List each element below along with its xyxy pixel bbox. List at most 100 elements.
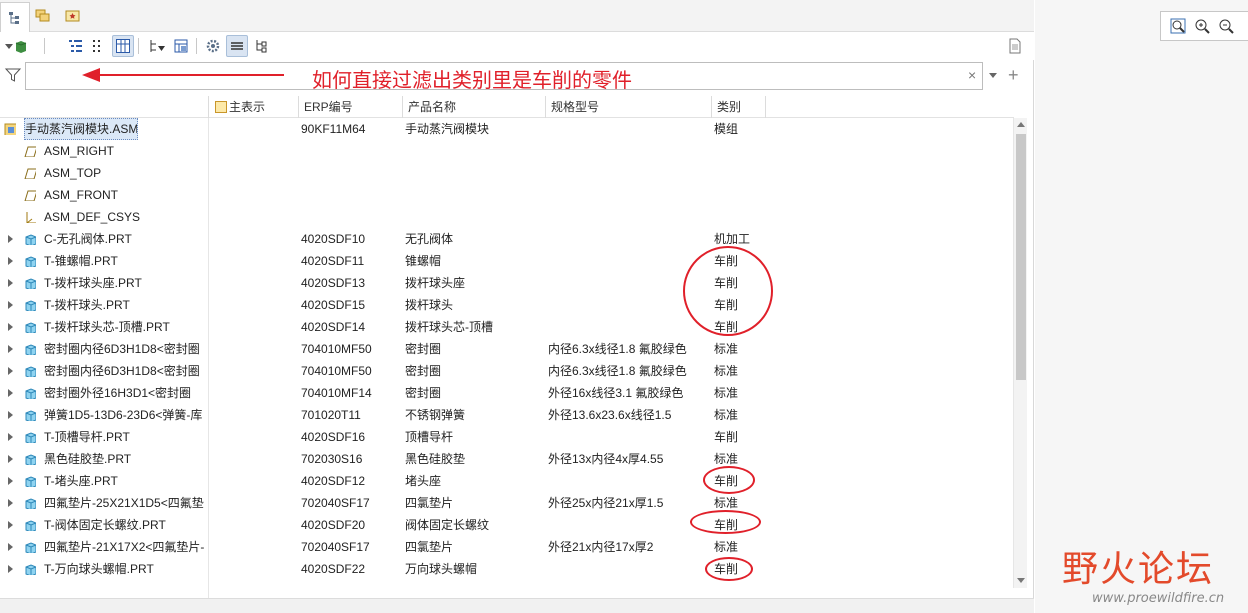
refit-button[interactable] [1167, 15, 1189, 37]
tree-filters-button[interactable] [64, 35, 86, 57]
expand-chevron-icon[interactable] [8, 235, 13, 243]
column-header-spec[interactable]: 规格型号 [545, 96, 711, 118]
part-icon [25, 520, 36, 531]
cell-cat: 标准 [714, 364, 739, 378]
main-display-icon [215, 101, 227, 113]
table-row[interactable]: T-拨杆球头芯-顶槽.PRT 4020SDF14 拨杆球头芯-顶槽 车削 [0, 316, 1012, 338]
cell-spec [548, 206, 708, 228]
table-row[interactable]: T-拨杆球头座.PRT 4020SDF13 拨杆球头座 车削 [0, 272, 1012, 294]
table-row[interactable]: 密封圈外径16H3D1<密封圈 704010MF14 密封圈 外径16x线径3.1 氟… [0, 382, 1012, 404]
expand-chevron-icon[interactable] [8, 521, 13, 529]
expand-chevron-icon[interactable] [8, 499, 13, 507]
horizontal-scrollbar[interactable] [0, 598, 1034, 613]
table-row[interactable]: T-顶槽导杆.PRT 4020SDF16 顶槽导杆 车削 [0, 426, 1012, 448]
cell-name: 锥螺帽 [405, 254, 442, 268]
expand-chevron-icon[interactable] [8, 477, 13, 485]
cell-spec: 外径13.6x23.6x线径1.5 [548, 408, 672, 422]
tree-item-label: ASM_RIGHT [44, 144, 115, 158]
table-row[interactable]: 黑色硅胶垫.PRT 702030S16 黑色硅胶垫 外径13x内径4x厚4.55 标准 [0, 448, 1012, 470]
table-row[interactable]: 四氟垫片-25X21X1D5<四氟垫 702040SF17 四氯垫片 外径25x内径2… [0, 492, 1012, 514]
table-row[interactable]: T-堵头座.PRT 4020SDF12 堵头座 车削 [0, 470, 1012, 492]
layers-view-button[interactable] [226, 35, 248, 57]
table-row[interactable]: 四氟垫片-21X17X2<四氟垫片- 702040SF17 四氯垫片 外径21x内径1… [0, 536, 1012, 558]
columns-button[interactable] [112, 35, 134, 57]
expand-chevron-icon[interactable] [8, 323, 13, 331]
stack-icon [231, 42, 243, 50]
table-row[interactable]: T-锥螺帽.PRT 4020SDF11 锥螺帽 车削 [0, 250, 1012, 272]
zoom-out-button[interactable] [1215, 15, 1237, 37]
datum-plane-icon [24, 168, 36, 179]
cell-spec [548, 316, 708, 338]
expand-chevron-icon[interactable] [8, 257, 13, 265]
funnel-icon[interactable] [4, 66, 22, 84]
tree-item-label: T-顶槽导杆.PRT [44, 430, 130, 444]
toolbar-separator [44, 38, 45, 54]
expand-chevron-icon[interactable] [8, 389, 13, 397]
table-row[interactable]: T-万向球头螺帽.PRT 4020SDF22 万向球头螺帽 车削 [0, 558, 1012, 580]
tree-item-label: 弹簧1D5-13D6-23D6<弹簧-库 [44, 408, 203, 422]
toolbar-separator [196, 38, 197, 54]
settings-table-button[interactable] [170, 35, 192, 57]
cell-name: 不锈钢弹簧 [405, 408, 466, 422]
cell-name: 四氯垫片 [405, 496, 454, 510]
table-row[interactable]: 密封圈内径6D3H1D8<密封圈 704010MF50 密封圈 内径6.3x线径1.8… [0, 338, 1012, 360]
table-row[interactable]: 弹簧1D5-13D6-23D6<弹簧-库 701020T11 不锈钢弹簧 外径13.6… [0, 404, 1012, 426]
zoom-in-icon [1195, 19, 1210, 34]
cell-name: 万向球头螺帽 [405, 562, 478, 576]
expand-chevron-icon[interactable] [8, 411, 13, 419]
expand-chevron-icon[interactable] [8, 565, 13, 573]
tab-favorites[interactable] [58, 2, 88, 30]
table-row[interactable]: T-阀体固定长螺纹.PRT 4020SDF20 阀体固定长螺纹 车削 [0, 514, 1012, 536]
expand-chevron-icon[interactable] [8, 433, 13, 441]
cell-spec: 内径6.3x线径1.8 氟胶绿色 [548, 342, 687, 356]
table-row[interactable]: T-拨杆球头.PRT 4020SDF15 拨杆球头 车削 [0, 294, 1012, 316]
tree-item-label: 手动蒸汽阀模块.ASM [24, 118, 138, 140]
expand-chevron-icon[interactable] [8, 543, 13, 551]
column-header-label: 产品名称 [408, 100, 457, 114]
expand-chevron-icon[interactable] [8, 367, 13, 375]
cell-name [405, 140, 545, 162]
tab-model-tree[interactable] [0, 2, 30, 32]
clear-filter-icon[interactable]: × [968, 67, 976, 83]
scrollbar-thumb[interactable] [1016, 134, 1026, 380]
column-header-name[interactable]: 产品名称 [402, 96, 545, 118]
scroll-down-icon[interactable] [1017, 578, 1025, 583]
add-filter-icon[interactable]: + [1008, 65, 1019, 86]
table-row[interactable]: ASM_FRONT [0, 184, 1012, 206]
show-tree-button[interactable] [86, 35, 108, 57]
cell-erp: 4020SDF20 [301, 518, 366, 532]
tree-filter-dropdown-button[interactable] [146, 35, 168, 57]
expand-chevron-icon[interactable] [8, 301, 13, 309]
table-row[interactable]: ASM_DEF_CSYS [0, 206, 1012, 228]
settings-button[interactable] [202, 35, 224, 57]
filter-options-chevron-down-icon[interactable] [989, 73, 997, 78]
tree-rows: 手动蒸汽阀模块.ASM 90KF11M64 手动蒸汽阀模块 模组 ASM_RIGHT AS… [0, 118, 1012, 598]
expand-chevron-icon[interactable] [8, 345, 13, 353]
column-header-category[interactable]: 类别 [711, 96, 766, 118]
table-row[interactable]: ASM_TOP [0, 162, 1012, 184]
expand-chevron-icon[interactable] [8, 455, 13, 463]
zoom-in-button[interactable] [1191, 15, 1213, 37]
tab-layers[interactable] [28, 2, 58, 30]
table-row[interactable]: 密封圈内径6D3H1D8<密封圈 704010MF50 密封圈 内径6.3x线径1.8… [0, 360, 1012, 382]
tree-item-label: T-拨杆球头座.PRT [44, 276, 142, 290]
expand-chevron-icon[interactable] [8, 279, 13, 287]
cell-cat [714, 162, 766, 184]
cell-spec: 内径6.3x线径1.8 氟胶绿色 [548, 364, 687, 378]
show-menu-button[interactable] [2, 35, 32, 57]
vertical-scrollbar[interactable] [1013, 118, 1027, 588]
tree-item-label: T-堵头座.PRT [44, 474, 118, 488]
table-row[interactable]: C-无孔阀体.PRT 4020SDF10 无孔阀体 机加工 [0, 228, 1012, 250]
toolbar-separator [138, 38, 139, 54]
scroll-up-icon[interactable] [1017, 122, 1025, 127]
tree-item-label: T-万向球头螺帽.PRT [44, 562, 154, 576]
coordinate-system-icon [26, 212, 36, 223]
cell-erp: 4020SDF16 [301, 430, 366, 444]
column-header-main-display[interactable]: 主表示 [208, 96, 296, 118]
table-row[interactable]: ASM_RIGHT [0, 140, 1012, 162]
hierarchy-button[interactable] [250, 35, 272, 57]
notes-button[interactable] [1004, 35, 1026, 57]
table-row[interactable]: 手动蒸汽阀模块.ASM 90KF11M64 手动蒸汽阀模块 模组 [0, 118, 1012, 140]
column-header-erp[interactable]: ERP编号 [298, 96, 402, 118]
tree-item-label: 密封圈内径6D3H1D8<密封圈 [44, 342, 200, 356]
